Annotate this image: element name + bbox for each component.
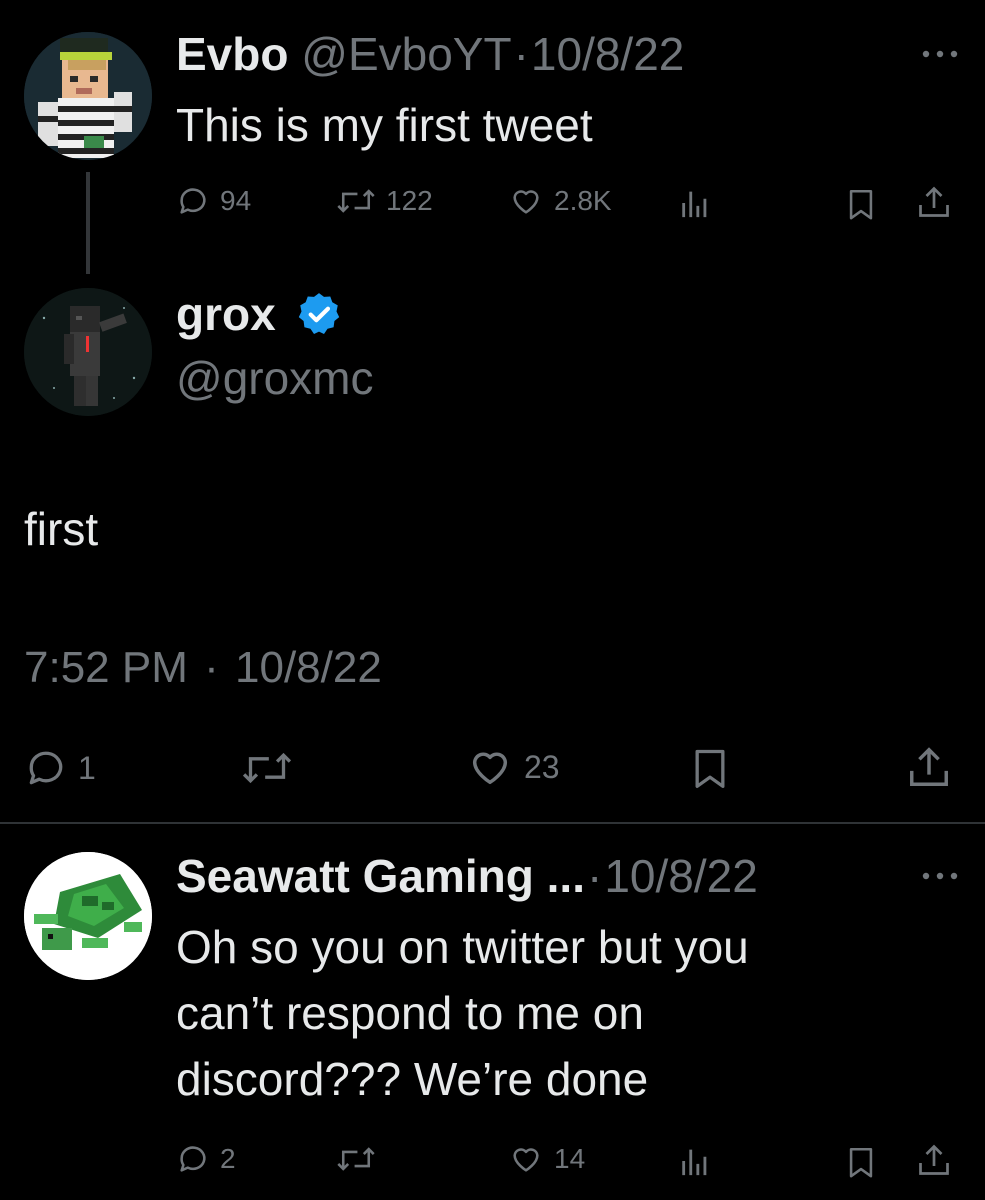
tweet-date[interactable]: 10/8/22	[531, 28, 684, 80]
avatar-grox[interactable]	[24, 288, 152, 416]
handle[interactable]: @groxmc	[176, 350, 374, 406]
reply-count: 1	[78, 749, 96, 786]
bar-chart-icon[interactable]	[678, 186, 712, 220]
share-upload-icon[interactable]	[906, 744, 952, 790]
like-count: 23	[524, 748, 560, 785]
retweet-arrows-icon	[242, 752, 292, 784]
bookmark-icon[interactable]	[844, 186, 878, 222]
share-upload-icon[interactable]	[916, 184, 952, 220]
evbo-avatar-image	[24, 32, 152, 160]
tweet-text: first	[24, 503, 99, 555]
grox-avatar-image	[24, 288, 152, 416]
display-name[interactable]: grox	[176, 288, 276, 340]
bookmark-icon[interactable]	[688, 744, 732, 792]
like-button[interactable]: 2.8K	[508, 184, 612, 218]
retweet-arrows-icon	[337, 1147, 375, 1171]
tweet-date: 10/8/22	[235, 643, 382, 692]
separator-dot: ·	[587, 850, 603, 902]
tweet-time: 7:52 PM	[24, 643, 188, 692]
ellipsis-icon[interactable]	[918, 44, 962, 64]
retweet-arrows-icon	[337, 189, 375, 213]
retweet-button[interactable]	[240, 746, 294, 790]
verified-badge-icon	[298, 293, 340, 334]
tweet-timestamp[interactable]: 7:52 PM · 10/8/22	[24, 640, 382, 696]
like-count: 14	[554, 1143, 586, 1174]
avatar-evbo[interactable]	[24, 32, 152, 160]
like-button[interactable]: 23	[466, 744, 560, 790]
reply-count: 94	[220, 185, 252, 216]
separator-dot: ·	[513, 28, 529, 80]
display-name[interactable]: Evbo	[176, 28, 288, 80]
tweet-date[interactable]: 10/8/22	[604, 850, 757, 902]
tweet-grox-name: grox	[176, 286, 276, 342]
thread-connector-line	[86, 172, 90, 274]
tweet-evbo-header: Evbo @EvboYT·10/8/22	[176, 26, 684, 82]
bar-chart-icon[interactable]	[678, 1144, 712, 1178]
speech-bubble-icon	[29, 751, 63, 785]
heart-outline-icon	[513, 190, 539, 214]
retweet-button[interactable]	[336, 1142, 376, 1176]
divider	[0, 822, 985, 824]
retweet-count: 122	[386, 185, 433, 216]
reply-button[interactable]: 1	[24, 746, 96, 790]
handle[interactable]: @EvboYT	[301, 28, 511, 80]
tweet-text-line-3: discord??? We’re done	[176, 1053, 649, 1105]
speech-bubble-icon	[180, 1146, 206, 1172]
separator-dot: ·	[204, 643, 219, 692]
share-upload-icon[interactable]	[916, 1142, 952, 1178]
reply-button[interactable]: 94	[176, 184, 251, 218]
tweet-text-line-1: Oh so you on twitter but you	[176, 921, 749, 973]
ellipsis-icon[interactable]	[918, 866, 962, 886]
display-name[interactable]: Seawatt Gaming ...	[176, 850, 585, 902]
bookmark-icon[interactable]	[844, 1144, 878, 1180]
retweet-button[interactable]: 122	[336, 184, 433, 218]
like-count: 2.8K	[554, 185, 612, 216]
tweet-text-line-2: can’t respond to me on	[176, 987, 644, 1039]
speech-bubble-icon	[180, 188, 206, 214]
avatar-seawatt[interactable]	[24, 852, 152, 980]
reply-button[interactable]: 2	[176, 1142, 236, 1176]
tweet-seawatt-header: Seawatt Gaming ...·10/8/22	[176, 848, 758, 904]
reply-count: 2	[220, 1143, 236, 1174]
tweet-text: This is my first tweet	[176, 99, 593, 151]
heart-outline-icon	[472, 752, 508, 785]
like-button[interactable]: 14	[508, 1142, 585, 1176]
turtle-avatar-image	[24, 852, 152, 980]
heart-outline-icon	[513, 1148, 539, 1172]
